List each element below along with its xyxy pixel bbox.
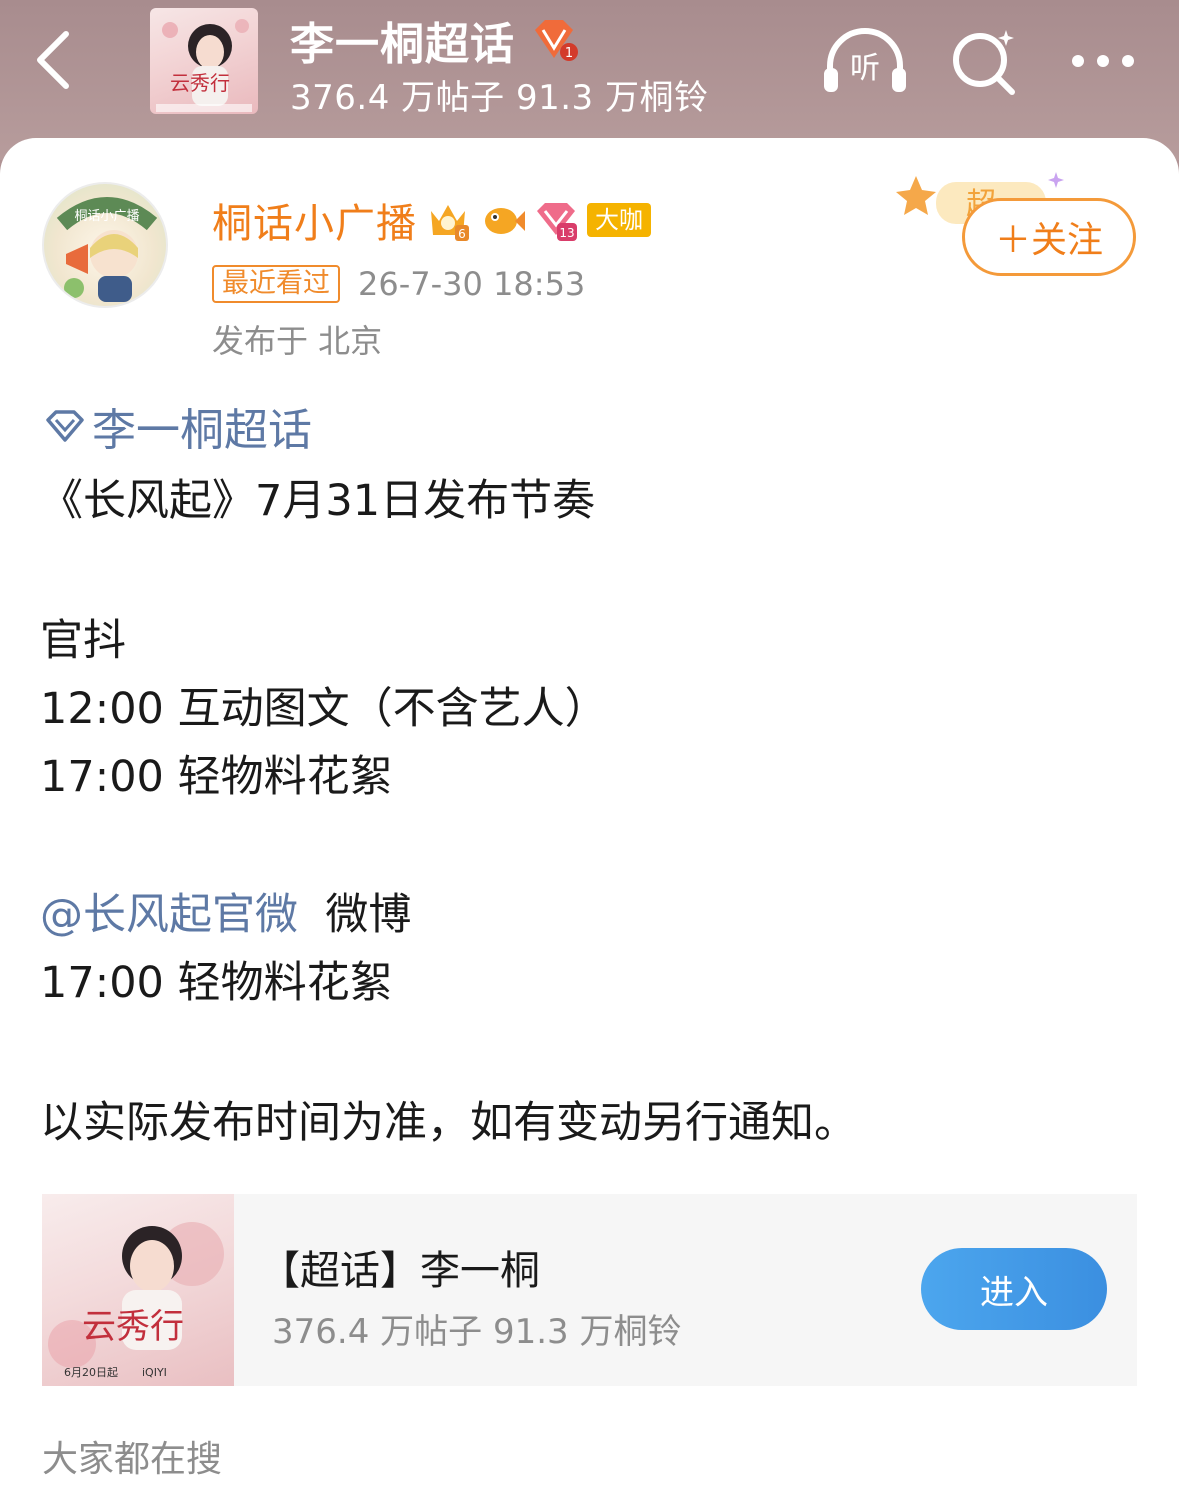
topic-avatar[interactable]: 云秀行 bbox=[150, 8, 258, 114]
mention-link[interactable]: @长风起官微 bbox=[40, 890, 298, 940]
avatar-art: 桐话小广播 bbox=[56, 197, 158, 302]
super-topic-card[interactable]: 云秀行 6月20日起 iQIYI 【超话】李一桐 376.4 万帖子 91.3 … bbox=[42, 1194, 1137, 1386]
topic-card-poster: 云秀行 6月20日起 iQIYI bbox=[42, 1194, 234, 1386]
post-card: 桐话小广播 桐话小广播 6 13 大咖 最近看过 26-7-30 18:53 发… bbox=[0, 138, 1179, 1491]
search-icon bbox=[953, 30, 1015, 95]
author-name[interactable]: 桐话小广播 bbox=[212, 191, 417, 249]
post-line-2: 官抖 bbox=[40, 616, 126, 666]
headphones-icon: 听 bbox=[824, 28, 906, 92]
post-line-6: 17:00 轻物料花絮 bbox=[40, 958, 393, 1008]
post-line-5-rest: 微博 bbox=[325, 890, 412, 940]
listen-button[interactable]: 听 bbox=[822, 26, 908, 96]
super-topic-icon bbox=[46, 410, 84, 442]
topic-card-stats: 376.4 万帖子 91.3 万桐铃 bbox=[272, 1312, 682, 1352]
post-line-4: 17:00 轻物料花絮 bbox=[40, 752, 393, 802]
chevron-left-icon bbox=[37, 31, 69, 89]
post-time: 26-7-30 18:53 bbox=[358, 265, 586, 303]
follow-button[interactable]: ＋关注 bbox=[962, 198, 1136, 276]
super-fan-badge-icon: 13 bbox=[537, 203, 577, 241]
topic-card-name: 【超话】李一桐 bbox=[260, 1248, 540, 1294]
topic-card-poster-date: 6月20日起 bbox=[64, 1366, 118, 1379]
poster-title: 云秀行 bbox=[170, 71, 230, 95]
topic-link[interactable]: 李一桐超话 bbox=[44, 396, 312, 456]
post-location: 发布于 北京 bbox=[212, 322, 383, 360]
topic-card-poster-art: 云秀行 6月20日起 iQIYI bbox=[48, 1222, 224, 1379]
topic-stats: 376.4 万帖子 91.3 万桐铃 bbox=[290, 78, 709, 118]
topic-card-poster-platform: iQIYI bbox=[142, 1366, 167, 1379]
back-button[interactable] bbox=[30, 28, 80, 92]
topic-title: 李一桐超话 bbox=[290, 19, 515, 70]
post-line-1: 《长风起》7月31日发布节奏 bbox=[40, 476, 596, 526]
topic-header: 云秀行 李一桐超话 1 376.4 万帖子 91.3 万桐铃 听 bbox=[0, 0, 1179, 160]
listen-label: 听 bbox=[850, 51, 880, 86]
search-button[interactable] bbox=[950, 26, 1020, 96]
more-icon bbox=[1072, 55, 1134, 67]
daka-badge: 大咖 bbox=[587, 203, 651, 237]
poster-art: 云秀行 bbox=[156, 19, 252, 112]
post-line-5: @长风起官微 微博 bbox=[40, 880, 411, 942]
post-line-3: 12:00 互动图文（不含艺人） bbox=[40, 684, 608, 734]
super-level-text: 13 bbox=[559, 226, 574, 240]
author-avatar[interactable]: 桐话小广播 bbox=[42, 182, 168, 308]
topic-level-text: 1 bbox=[565, 46, 573, 61]
super-topic-badge-icon: 1 bbox=[535, 20, 578, 61]
enter-button[interactable]: 进入 bbox=[921, 1248, 1107, 1330]
post-line-7: 以实际发布时间为准，如有变动另行通知。 bbox=[40, 1098, 857, 1148]
topic-link-label: 李一桐超话 bbox=[92, 405, 312, 456]
crown-badge-icon: 6 bbox=[431, 205, 469, 241]
recently-viewed-tag: 最近看过 bbox=[212, 265, 340, 303]
crown-level-text: 6 bbox=[458, 227, 466, 241]
topic-card-poster-title: 云秀行 bbox=[82, 1307, 184, 1347]
everyone-search-heading: 大家都在搜 bbox=[42, 1439, 223, 1480]
fish-badge-icon bbox=[485, 208, 525, 234]
avatar-text: 桐话小广播 bbox=[74, 209, 139, 224]
more-button[interactable] bbox=[1068, 36, 1138, 86]
